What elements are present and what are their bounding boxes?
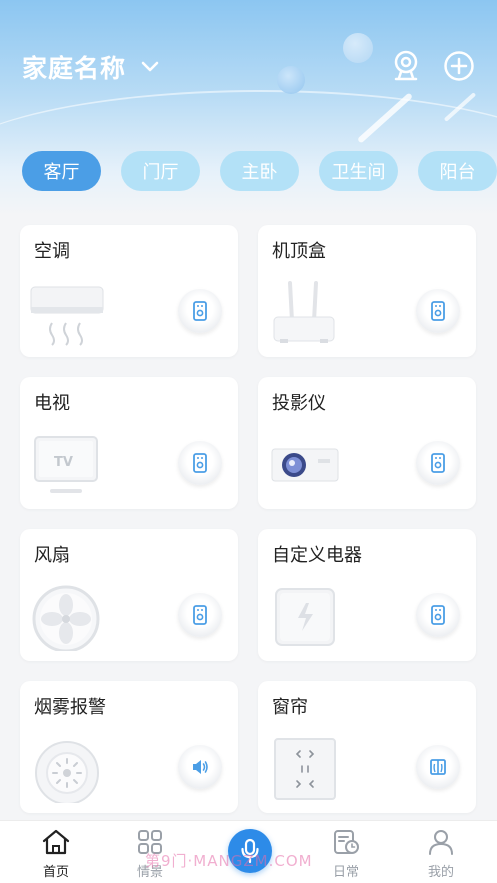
device-card-air-conditioner[interactable]: 空调: [20, 225, 238, 357]
device-card-tv[interactable]: 电视 TV: [20, 377, 238, 509]
chevron-down-icon: [140, 57, 160, 77]
remote-control-button[interactable]: [178, 441, 222, 485]
home-selector[interactable]: 家庭名称: [22, 50, 160, 84]
home-name: 家庭名称: [22, 54, 127, 83]
speaker-control-button[interactable]: [178, 745, 222, 789]
tab-label: 首页: [42, 865, 69, 880]
remote-control-button[interactable]: [416, 289, 460, 333]
remote-icon: [193, 453, 207, 473]
remote-control-button[interactable]: [416, 441, 460, 485]
device-card-smoke-alarm[interactable]: 烟雾报警: [20, 681, 238, 813]
curtain-icon: [430, 759, 446, 775]
user-icon: [429, 830, 453, 855]
device-card-set-top-box[interactable]: 机顶盒: [258, 225, 476, 357]
camera-icon[interactable]: [390, 50, 422, 82]
remote-icon: [431, 301, 445, 321]
add-icon[interactable]: [443, 50, 475, 82]
device-card-projector[interactable]: 投影仪: [258, 377, 476, 509]
decor-bubble: [343, 33, 373, 63]
tab-room[interactable]: 卫生间: [319, 151, 398, 191]
home-icon: [42, 829, 70, 855]
watermark: 第9门·MANGZM.COM: [145, 852, 313, 870]
custom-appliance-icon: [268, 581, 358, 651]
tab-label: 日常: [332, 865, 359, 880]
remote-control-button[interactable]: [178, 289, 222, 333]
tab-home[interactable]: 首页: [21, 829, 91, 880]
remote-icon: [193, 605, 207, 625]
device-name: 空调: [34, 241, 70, 262]
device-name: 机顶盒: [272, 241, 326, 262]
device-name: 窗帘: [272, 697, 308, 718]
tab-label: 我的: [427, 865, 454, 880]
room-tabs: 客厅 门厅 主卧 卫生间 阳台: [22, 151, 497, 191]
set-top-box-icon: [268, 277, 358, 347]
tab-room[interactable]: 主卧: [220, 151, 299, 191]
device-name: 自定义电器: [272, 545, 362, 566]
air-conditioner-icon: [30, 277, 120, 347]
speaker-icon: [193, 760, 208, 774]
decor-bubble: [277, 66, 305, 94]
device-name: 投影仪: [272, 393, 326, 414]
curtain-control-button[interactable]: [416, 745, 460, 789]
tab-daily[interactable]: 日常: [311, 829, 381, 880]
device-name: 电视: [34, 393, 70, 414]
device-name: 烟雾报警: [34, 697, 106, 718]
tv-icon: TV: [30, 429, 120, 499]
tab-room[interactable]: 客厅: [22, 151, 101, 191]
tv-screen-text: TV: [54, 455, 73, 470]
device-card-curtain[interactable]: 窗帘: [258, 681, 476, 813]
remote-icon: [431, 605, 445, 625]
remote-control-button[interactable]: [178, 593, 222, 637]
tab-mine[interactable]: 我的: [406, 829, 476, 880]
device-card-custom-appliance[interactable]: 自定义电器: [258, 529, 476, 661]
tab-room[interactable]: 门厅: [121, 151, 200, 191]
remote-control-button[interactable]: [416, 593, 460, 637]
device-name: 风扇: [34, 545, 70, 566]
device-card-fan[interactable]: 风扇: [20, 529, 238, 661]
remote-icon: [193, 301, 207, 321]
projector-icon: [268, 429, 358, 499]
smoke-alarm-icon: [30, 733, 120, 805]
schedule-icon: [334, 830, 359, 854]
remote-icon: [431, 453, 445, 473]
fan-icon: [30, 581, 120, 653]
tab-room[interactable]: 阳台: [418, 151, 497, 191]
curtain-switch-icon: [268, 733, 358, 803]
